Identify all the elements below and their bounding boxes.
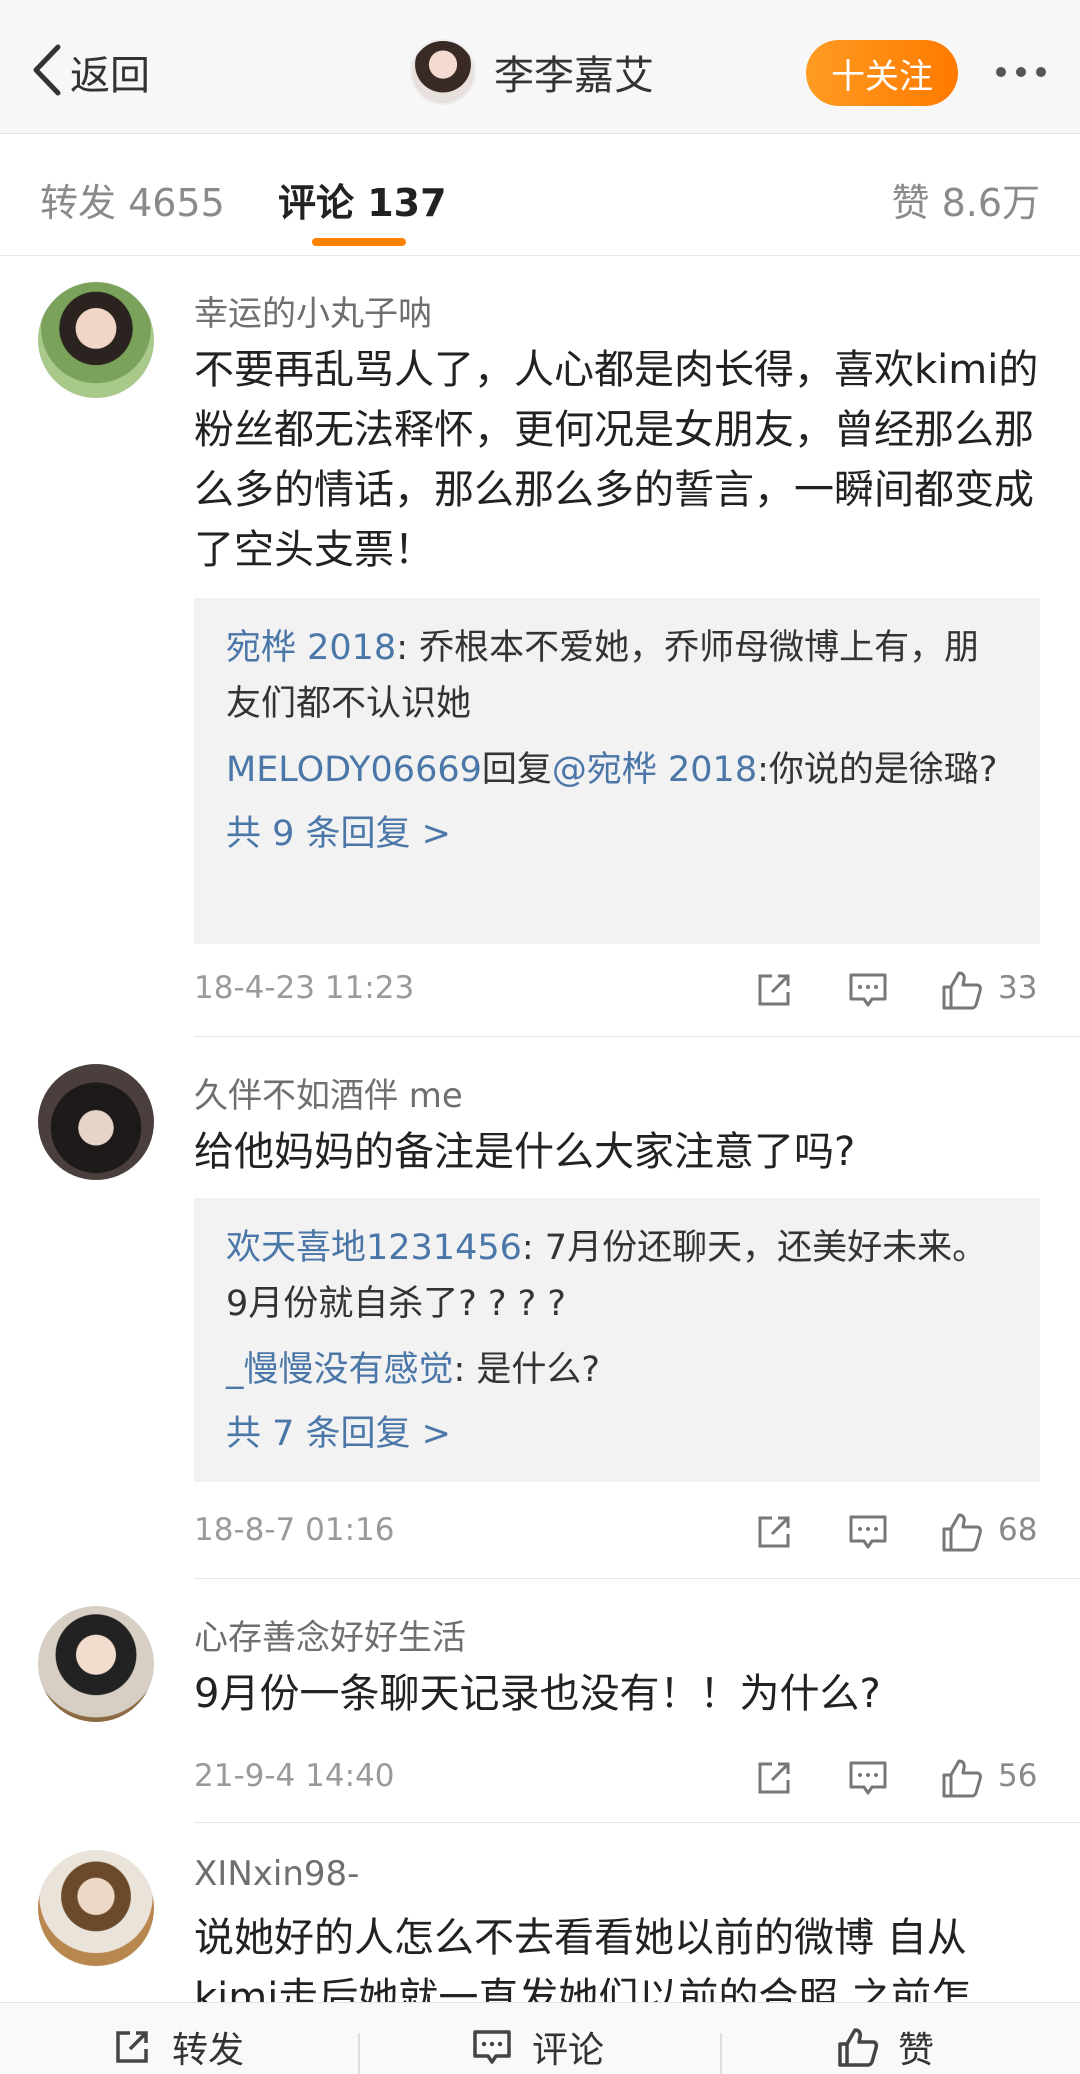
bottom-divider (358, 2033, 360, 2074)
reply-text: :你说的是徐璐? (757, 750, 998, 790)
like-label: 赞 (898, 2030, 935, 2071)
comment-icon (849, 1515, 887, 1549)
active-tab-indicator (312, 238, 406, 246)
comment-divider (194, 1036, 1080, 1037)
comment-username[interactable]: 幸运的小丸子呐 (194, 286, 432, 335)
back-button[interactable]: 返回 (30, 42, 150, 102)
user-avatar[interactable] (38, 1606, 154, 1722)
comment-icon (473, 2030, 511, 2064)
reply-username[interactable]: 欢天喜地1231456 (226, 1228, 522, 1268)
tab-forward[interactable]: 转发 4655 (40, 172, 225, 227)
bottom-action-bar: 转发 评论 赞 (0, 2002, 1080, 2074)
reply-mention[interactable]: @宛桦 2018 (552, 750, 757, 790)
like-count: 56 (998, 1758, 1038, 1794)
comment-meta: 18-8-7 01:16 68 (194, 1502, 1040, 1562)
reply-button[interactable] (838, 1748, 898, 1808)
like-count: 33 (998, 970, 1038, 1006)
bottom-divider (720, 2033, 722, 2074)
reply-line: 欢天喜地1231456: 7月份还聊天，还美好未来。 9月份就自杀了? ? ? … (226, 1220, 1008, 1332)
comment-username[interactable]: XINxin98- (194, 1854, 359, 1894)
reply-button[interactable] (838, 960, 898, 1020)
share-icon (758, 1762, 790, 1794)
reply-preview-box[interactable]: 欢天喜地1231456: 7月份还聊天，还美好未来。 9月份就自杀了? ? ? … (194, 1198, 1040, 1482)
thumbs-up-icon (838, 2028, 879, 2067)
comment-icon (849, 1761, 887, 1795)
chevron-left-icon (30, 43, 64, 101)
reply-username[interactable]: _慢慢没有感觉 (226, 1350, 454, 1390)
comment-icon (849, 973, 887, 1007)
reply-username[interactable]: MELODY06669 (226, 750, 482, 790)
tab-comments[interactable]: 评论 137 (278, 172, 447, 227)
like-count: 68 (998, 1512, 1038, 1548)
comment-text: 不要再乱骂人了，人心都是肉长得，喜欢kimi的粉丝都无法释怀，更何况是女朋友，曾… (194, 347, 1039, 573)
reply-line: 宛桦 2018: 乔根本不爱她，乔师母微博上有，朋友们都不认识她 (226, 620, 1008, 732)
reply-username[interactable]: 宛桦 2018 (226, 628, 396, 668)
comment-timestamp: 21-9-4 14:40 (194, 1758, 395, 1794)
thumbs-up-icon (942, 1759, 982, 1798)
comment-text: 9月份一条聊天记录也没有！！为什么? (194, 1671, 881, 1717)
like-post-button[interactable]: 赞 (836, 2017, 934, 2074)
reply-line: MELODY06669回复@宛桦 2018:你说的是徐璐? (226, 742, 1008, 798)
share-button[interactable] (744, 1748, 804, 1808)
comment-label: 评论 (532, 2030, 605, 2071)
more-dot-icon (996, 67, 1006, 77)
tab-likes[interactable]: 赞 8.6万 (891, 172, 1040, 227)
share-button[interactable] (744, 1502, 804, 1562)
comment-text: 说她好的人怎么不去看看她以前的微博 自从kimi走后她就一直发她们以前的合照 之… (194, 1915, 972, 2002)
more-replies-link[interactable]: 共 9 条回复 > (226, 806, 1008, 862)
comment-timestamp: 18-4-23 11:23 (194, 970, 415, 1006)
author-avatar[interactable] (410, 39, 476, 105)
follow-button[interactable]: 十关注 (806, 40, 958, 106)
tab-bar: 转发 4655 评论 137 赞 8.6万 (0, 134, 1080, 256)
forward-button[interactable]: 转发 (110, 2017, 244, 2074)
share-icon (116, 2031, 148, 2063)
thumbs-up-icon (942, 1513, 982, 1552)
share-icon (758, 1516, 790, 1548)
user-avatar[interactable] (38, 282, 154, 398)
author-name[interactable]: 李李嘉艾 (494, 43, 654, 101)
comment-item: XINxin98- 说她好的人怎么不去看看她以前的微博 自从kimi走后她就一直… (0, 1824, 1080, 2002)
like-button[interactable] (932, 960, 992, 1020)
share-icon (758, 974, 790, 1006)
author-info[interactable]: 李李嘉艾 (410, 36, 654, 108)
comment-divider (194, 1578, 1080, 1579)
thumbs-up-icon (942, 971, 982, 1010)
share-button[interactable] (744, 960, 804, 1020)
reply-text: : 是什么? (453, 1350, 601, 1390)
user-avatar[interactable] (38, 1064, 154, 1180)
more-options-button[interactable] (976, 52, 1066, 92)
reply-button[interactable] (838, 1502, 898, 1562)
more-dot-icon (1016, 67, 1026, 77)
reply-preview-box[interactable]: 宛桦 2018: 乔根本不爱她，乔师母微博上有，朋友们都不认识她 MELODY0… (194, 598, 1040, 944)
forward-label: 转发 (172, 2030, 245, 2071)
comment-meta: 18-4-23 11:23 33 (194, 960, 1040, 1020)
comment-divider (194, 1822, 1080, 1823)
like-button[interactable] (932, 1502, 992, 1562)
comment-meta: 21-9-4 14:40 56 (194, 1748, 1040, 1808)
back-label: 返回 (70, 53, 150, 99)
comment-username[interactable]: 心存善念好好生活 (194, 1610, 466, 1659)
more-replies-link[interactable]: 共 7 条回复 > (226, 1406, 1008, 1462)
like-button[interactable] (932, 1748, 992, 1808)
comment-username[interactable]: 久伴不如酒伴 me (194, 1068, 463, 1117)
comment-button[interactable]: 评论 (470, 2017, 604, 2074)
comment-text: 给他妈妈的备注是什么大家注意了吗? (194, 1129, 856, 1175)
more-dot-icon (1036, 67, 1046, 77)
comment-timestamp: 18-8-7 01:16 (194, 1512, 395, 1548)
top-nav-bar: 返回 李李嘉艾 十关注 (0, 0, 1080, 134)
reply-line: _慢慢没有感觉: 是什么? (226, 1342, 1008, 1398)
user-avatar[interactable] (38, 1850, 154, 1966)
reply-word: 回复 (481, 750, 552, 790)
